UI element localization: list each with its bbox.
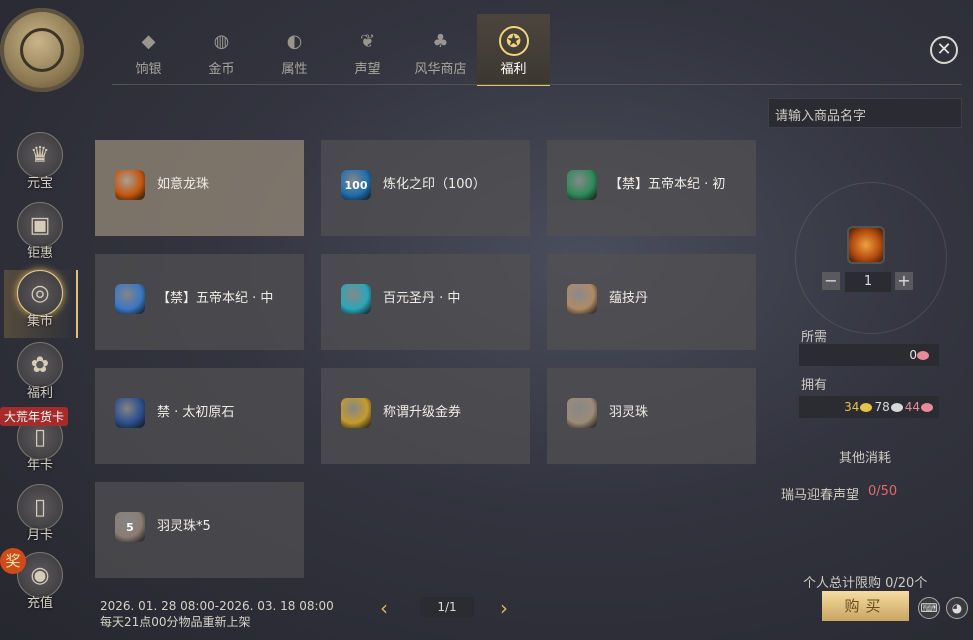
item-name: 【禁】五帝本纪 · 中 (157, 291, 274, 306)
item-card[interactable]: 羽灵珠 (547, 368, 756, 464)
required-value: 0 (909, 348, 917, 362)
elegance-shop-icon: ♣ (432, 30, 449, 52)
item-card[interactable]: 称谓升级金券 (321, 368, 530, 464)
prev-page-button[interactable]: ‹ (380, 596, 388, 620)
page-indicator: 1/1 (420, 597, 474, 617)
leftnav-label: 集市 (26, 314, 53, 329)
item-card[interactable]: 【禁】五帝本纪 · 中 (95, 254, 304, 350)
leftnav-label: 充值 (26, 596, 53, 611)
leftnav-label: 钜惠 (26, 246, 53, 261)
leftnav-label: 元宝 (26, 176, 53, 191)
attribute-icon: ◐ (286, 30, 303, 52)
skill-pill-icon (567, 284, 597, 314)
item-name: 称谓升级金券 (383, 405, 462, 420)
refine-seal-icon: 100 (341, 170, 371, 200)
item-card[interactable]: 蕴技丹 (547, 254, 756, 350)
tab-label: 福利 (500, 62, 527, 77)
item-name: 炼化之印（100） (383, 177, 486, 192)
tab-label: 金币 (208, 62, 235, 77)
item-name: 羽灵珠*5 (157, 519, 211, 534)
leftnav-item-5[interactable]: ▯ 月卡 (4, 484, 76, 552)
tab-5[interactable]: ✪ 福利 (477, 14, 550, 86)
item-card[interactable]: 100 炼化之印（100） (321, 140, 530, 236)
item-card[interactable]: 如意龙珠 (95, 140, 304, 236)
reward-badge: 奖 (0, 548, 26, 574)
feather-pearl-bundle-icon: 5 (115, 512, 145, 542)
other-cost-title: 其他消耗 (839, 451, 892, 466)
currency-coin-icon (890, 403, 903, 412)
tab-label: 属性 (281, 62, 308, 77)
item-name: 蕴技丹 (609, 291, 649, 306)
tab-3[interactable]: ❦ 声望 (331, 14, 404, 84)
quantity-plus-button[interactable]: + (895, 272, 913, 290)
gold-ticket-icon (341, 398, 371, 428)
owned-value: 44 (904, 400, 920, 414)
item-badge: 100 (344, 178, 368, 192)
currency-coin-icon (921, 403, 933, 412)
year-card-badge: 大荒年货卡 (0, 407, 69, 426)
market-logo (0, 8, 84, 92)
leftnav-item-0[interactable]: ♛ 元宝 (4, 132, 76, 200)
jade-coin-icon (917, 351, 929, 360)
purchase-limit: 个人总计限购 0/20个 (803, 576, 928, 591)
leftnav-label: 年卡 (26, 458, 53, 473)
quantity-input[interactable]: 1 (845, 272, 891, 292)
green-book-icon (567, 170, 597, 200)
feather-pearl-icon (567, 398, 597, 428)
item-name: 【禁】五帝本纪 · 初 (609, 177, 726, 192)
other-cost-value: 0/50 (868, 484, 898, 499)
item-name: 如意龙珠 (157, 177, 210, 192)
welfare-icon: ✪ (498, 26, 529, 56)
item-name: 羽灵珠 (609, 405, 649, 420)
item-card[interactable]: 禁 · 太初原石 (95, 368, 304, 464)
origin-stone-icon (115, 398, 145, 428)
buy-button[interactable]: 购买 (822, 591, 909, 621)
category-tabs: ◆ 饷银 ◍ 金币 ◐ 属性 ❦ 声望 ♣ 风华商店 ✪ 福利 (112, 14, 550, 86)
blue-book-icon (115, 284, 145, 314)
item-name: 百元圣丹 · 中 (383, 291, 461, 306)
leftnav-item-3[interactable]: ✿ 福利 (4, 342, 76, 410)
tab-label: 声望 (354, 62, 381, 77)
tab-label: 风华商店 (414, 62, 467, 77)
keyboard-icon[interactable]: ⌨ (918, 597, 940, 619)
owned-value: 78 (874, 400, 890, 414)
next-page-button[interactable]: › (500, 596, 508, 620)
leftnav-item-1[interactable]: ▣ 钜惠 (4, 202, 76, 270)
selected-item-icon (847, 226, 885, 264)
leftnav-item-2[interactable]: ◎ 集市 (4, 270, 78, 338)
pot-icon[interactable]: ◕ (946, 597, 968, 619)
required-value-box: 0 (799, 344, 939, 366)
owned-values: 34 78 44 (799, 396, 939, 418)
sale-period: 2026. 01. 28 08:00-2026. 03. 18 08:00 (100, 599, 334, 613)
dragon-pearl-icon (115, 170, 145, 200)
item-card[interactable]: 百元圣丹 · 中 (321, 254, 530, 350)
currency-coin-icon (860, 403, 873, 412)
spirit-pill-icon (341, 284, 371, 314)
reputation-icon: ❦ (359, 30, 376, 52)
item-name: 禁 · 太初原石 (157, 405, 235, 420)
owned-value: 34 (844, 400, 860, 414)
item-badge: 5 (126, 520, 134, 534)
tab-0[interactable]: ◆ 饷银 (112, 14, 185, 84)
item-card[interactable]: 【禁】五帝本纪 · 初 (547, 140, 756, 236)
tab-label: 饷银 (135, 62, 162, 77)
tab-4[interactable]: ♣ 风华商店 (404, 14, 477, 84)
quantity-minus-button[interactable]: − (822, 272, 840, 290)
silver-ingot-icon: ◆ (141, 30, 156, 52)
close-button[interactable]: ✕ (930, 36, 958, 64)
refresh-note: 每天21点00分物品重新上架 (100, 615, 251, 629)
other-cost-name: 瑞马迎春声望 (781, 488, 860, 503)
tab-1[interactable]: ◍ 金币 (185, 14, 258, 84)
tab-2[interactable]: ◐ 属性 (258, 14, 331, 84)
gold-coin-icon: ◍ (213, 30, 230, 52)
leftnav-label: 月卡 (26, 528, 53, 543)
owned-label: 拥有 (801, 378, 828, 393)
search-input[interactable]: 请输入商品名字 (768, 98, 962, 128)
item-card[interactable]: 5 羽灵珠*5 (95, 482, 304, 578)
required-label: 所需 (801, 330, 828, 345)
leftnav-label: 福利 (26, 386, 53, 401)
tab-divider (112, 84, 962, 85)
